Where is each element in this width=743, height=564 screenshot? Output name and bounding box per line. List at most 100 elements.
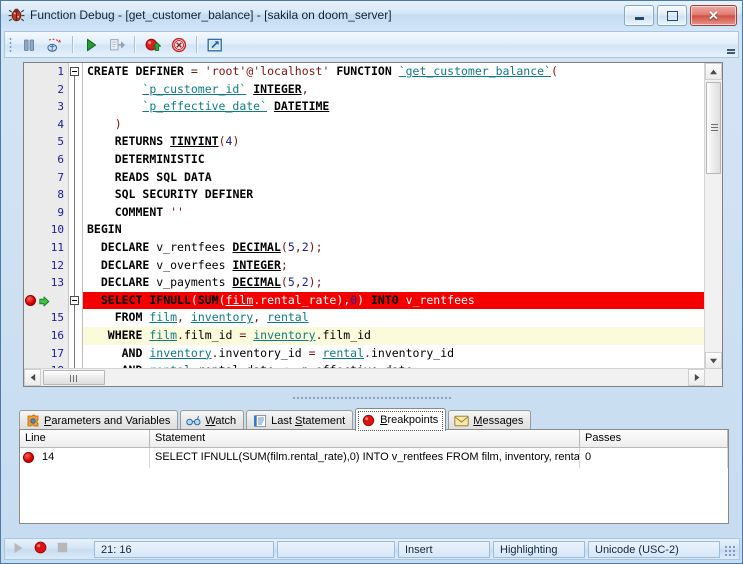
status-panel-group: 21: 16 Insert Highlighting Unicode (USC-2): [91, 540, 720, 558]
code-line[interactable]: DECLARE v_overfees INTEGER;: [83, 257, 722, 275]
window-resize-grip-icon[interactable]: [724, 545, 736, 557]
editor-fold-column[interactable]: [69, 63, 83, 386]
maximize-button[interactable]: [657, 5, 687, 26]
blank-panel: [277, 540, 395, 558]
window-title: Function Debug - [get_customer_balance] …: [30, 7, 392, 22]
code-line[interactable]: READS SQL DATA: [83, 169, 722, 187]
line-number: 15: [50, 311, 64, 325]
step-over-button[interactable]: [105, 34, 129, 56]
maximize-icon: [666, 10, 678, 21]
column-header-statement[interactable]: Statement: [150, 430, 580, 448]
code-line[interactable]: SQL SECURITY DEFINER: [83, 186, 722, 204]
editor-vertical-scrollbar[interactable]: [704, 63, 722, 369]
bug-icon: [7, 6, 25, 24]
tab-label: Last Statement: [271, 415, 346, 427]
cell-passes: 0: [580, 448, 728, 468]
function-debug-window: Function Debug - [get_customer_balance] …: [0, 0, 743, 564]
tab-parameters-and-variables[interactable]: Parameters and Variables: [19, 410, 179, 431]
code-line[interactable]: FROM film, inventory, rental: [83, 309, 722, 327]
step-into-button[interactable]: [43, 34, 67, 56]
insert-mode-panel: Insert: [398, 540, 490, 558]
editor-gutter[interactable]: 123456789101112131516171819: [24, 63, 69, 386]
highlighting-panel: Highlighting: [493, 540, 585, 558]
scroll-down-icon[interactable]: [705, 352, 722, 369]
line-number: 2: [57, 82, 64, 96]
code-line[interactable]: BEGIN: [83, 221, 722, 239]
code-line[interactable]: WHERE film.film_id = inventory.film_id: [83, 326, 722, 345]
glasses-icon: [186, 414, 201, 429]
tab-messages[interactable]: Messages: [448, 410, 532, 431]
minimize-button[interactable]: [624, 5, 654, 26]
line-number: 11: [50, 240, 64, 254]
code-line[interactable]: COMMENT '': [83, 204, 722, 222]
document-icon: [252, 414, 267, 429]
scroll-right-icon[interactable]: [688, 369, 705, 386]
cell-statement: SELECT IFNULL(SUM(film.rental_rate),0) I…: [150, 448, 580, 468]
fold-guide-line: [74, 76, 75, 308]
debug-toolbar: [4, 31, 739, 58]
cursor-position-panel: 21: 16: [94, 540, 274, 558]
column-header-passes[interactable]: Passes: [580, 430, 728, 448]
fold-toggle-icon[interactable]: [70, 296, 79, 305]
line-number: 10: [50, 223, 64, 237]
code-line[interactable]: RETURNS TINYINT(4): [83, 133, 722, 151]
window-controls: ✕: [624, 5, 737, 26]
code-line[interactable]: DECLARE v_rentfees DECIMAL(5,2);: [83, 239, 722, 257]
code-line-breakpoint[interactable]: SELECT IFNULL(SUM(film.rental_rate),0) I…: [83, 291, 722, 310]
toolbar-separator: [72, 36, 74, 53]
run-indicator-icon[interactable]: [13, 542, 24, 557]
export-button[interactable]: [203, 34, 227, 56]
table-header-row: Line Statement Passes: [20, 430, 728, 448]
breakpoint-marker-icon[interactable]: [23, 452, 34, 463]
close-icon: ✕: [708, 8, 719, 23]
line-number: 1: [57, 65, 64, 78]
pane-splitter[interactable]: [1, 393, 742, 402]
stop-indicator-icon[interactable]: [57, 542, 68, 556]
scroll-left-icon[interactable]: [24, 369, 41, 386]
toolbar-overflow-button[interactable]: [726, 36, 735, 54]
line-number: 17: [50, 346, 64, 360]
fold-toggle-icon[interactable]: [70, 67, 79, 76]
tab-watch[interactable]: Watch: [180, 410, 245, 431]
scrollbar-corner: [705, 369, 722, 386]
scroll-up-icon[interactable]: [705, 63, 722, 80]
code-line[interactable]: `p_effective_date` DATETIME: [83, 98, 722, 116]
line-number: 4: [57, 117, 64, 131]
toolbar-grip[interactable]: [9, 36, 12, 53]
table-row[interactable]: 14 SELECT IFNULL(SUM(film.rental_rate),0)…: [20, 448, 728, 468]
envelope-icon: [454, 414, 469, 429]
tab-breakpoints[interactable]: Breakpoints: [355, 408, 447, 431]
line-number: [24, 292, 68, 310]
stop-button[interactable]: [167, 34, 191, 56]
scroll-thumb-grip-icon: [70, 375, 78, 382]
close-button[interactable]: ✕: [690, 5, 737, 26]
tab-label: Messages: [473, 415, 524, 427]
code-line[interactable]: `p_customer_id` INTEGER,: [83, 81, 722, 99]
title-bar: Function Debug - [get_customer_balance] …: [1, 1, 742, 28]
record-indicator-icon[interactable]: [34, 541, 47, 557]
code-line[interactable]: DECLARE v_payments DECIMAL(5,2);: [83, 274, 722, 292]
debug-tab-strip: Parameters and Variables Watch Last Statem…: [19, 407, 729, 431]
sql-code-editor[interactable]: 123456789101112131516171819 CREATE DEFIN…: [23, 62, 723, 387]
run-button[interactable]: [79, 34, 103, 56]
tab-last-statement[interactable]: Last Statement: [246, 410, 354, 431]
code-line[interactable]: ): [83, 116, 722, 134]
code-line[interactable]: CREATE DEFINER = 'root'@'localhost' FUNC…: [83, 63, 722, 81]
editor-horizontal-scrollbar[interactable]: [24, 368, 705, 386]
breakpoints-panel[interactable]: Line Statement Passes 14 SELECT IFNULL(SUM(…: [19, 429, 729, 524]
vertical-scroll-thumb[interactable]: [706, 82, 721, 174]
pause-button[interactable]: [17, 34, 41, 56]
line-number: 3: [57, 100, 64, 114]
column-header-line[interactable]: Line: [20, 430, 150, 448]
code-line[interactable]: AND inventory.inventory_id = rental.inve…: [83, 345, 722, 363]
tab-label: Watch: [205, 415, 237, 427]
breakpoint-marker-icon[interactable]: [25, 295, 36, 307]
minimize-icon: [634, 17, 644, 20]
scroll-thumb-grip-icon: [711, 124, 718, 132]
add-breakpoint-button[interactable]: [141, 34, 165, 56]
code-line[interactable]: DETERMINISTIC: [83, 151, 722, 169]
code-text-area[interactable]: CREATE DEFINER = 'root'@'localhost' FUNC…: [83, 63, 722, 386]
line-number: 9: [57, 205, 64, 219]
line-number: 13: [50, 276, 64, 290]
horizontal-scroll-thumb[interactable]: [43, 370, 105, 385]
